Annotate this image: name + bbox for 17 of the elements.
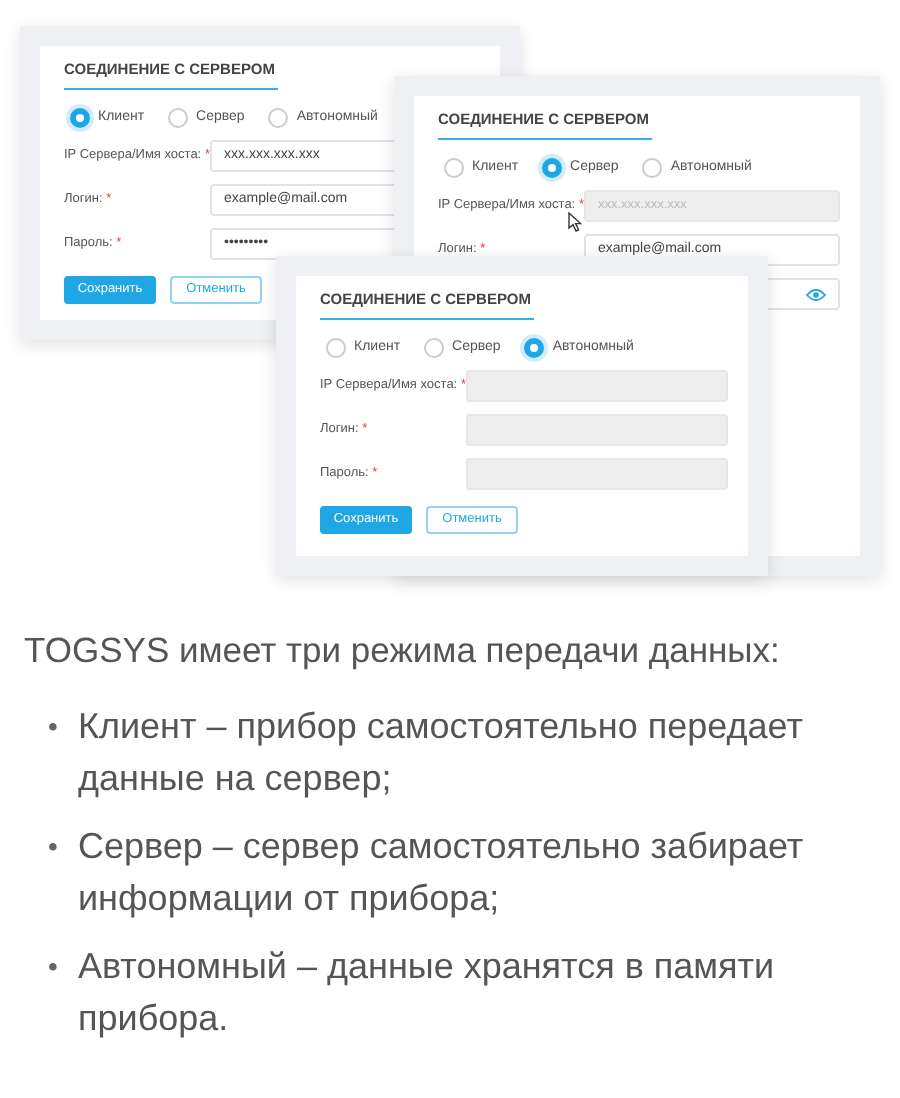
list-item-text: Автономный – данные хранятся в памяти прибора.	[78, 944, 777, 1043]
bullet: •	[48, 708, 60, 747]
intro-text: TOGSYS имеет три режима передачи данных:	[24, 628, 782, 674]
bullet: •	[48, 948, 60, 987]
radio-button[interactable]	[444, 158, 464, 179]
radio-button[interactable]	[326, 338, 346, 359]
radio-button[interactable]	[524, 338, 545, 359]
radio-button[interactable]	[70, 108, 90, 129]
radio-button[interactable]	[642, 158, 663, 179]
bullet: •	[48, 828, 60, 867]
radio-button[interactable]	[268, 108, 289, 129]
radio-button[interactable]	[542, 158, 563, 179]
radio-button[interactable]	[168, 108, 189, 129]
eye-icon[interactable]	[806, 287, 826, 302]
list-item-text: Сервер – сервер самостоятельно забирает информации от прибора;	[78, 824, 806, 923]
radio-button[interactable]	[424, 338, 445, 359]
list-item-text: Клиент – прибор самостоятельно передает данные на сервер;	[78, 704, 805, 803]
